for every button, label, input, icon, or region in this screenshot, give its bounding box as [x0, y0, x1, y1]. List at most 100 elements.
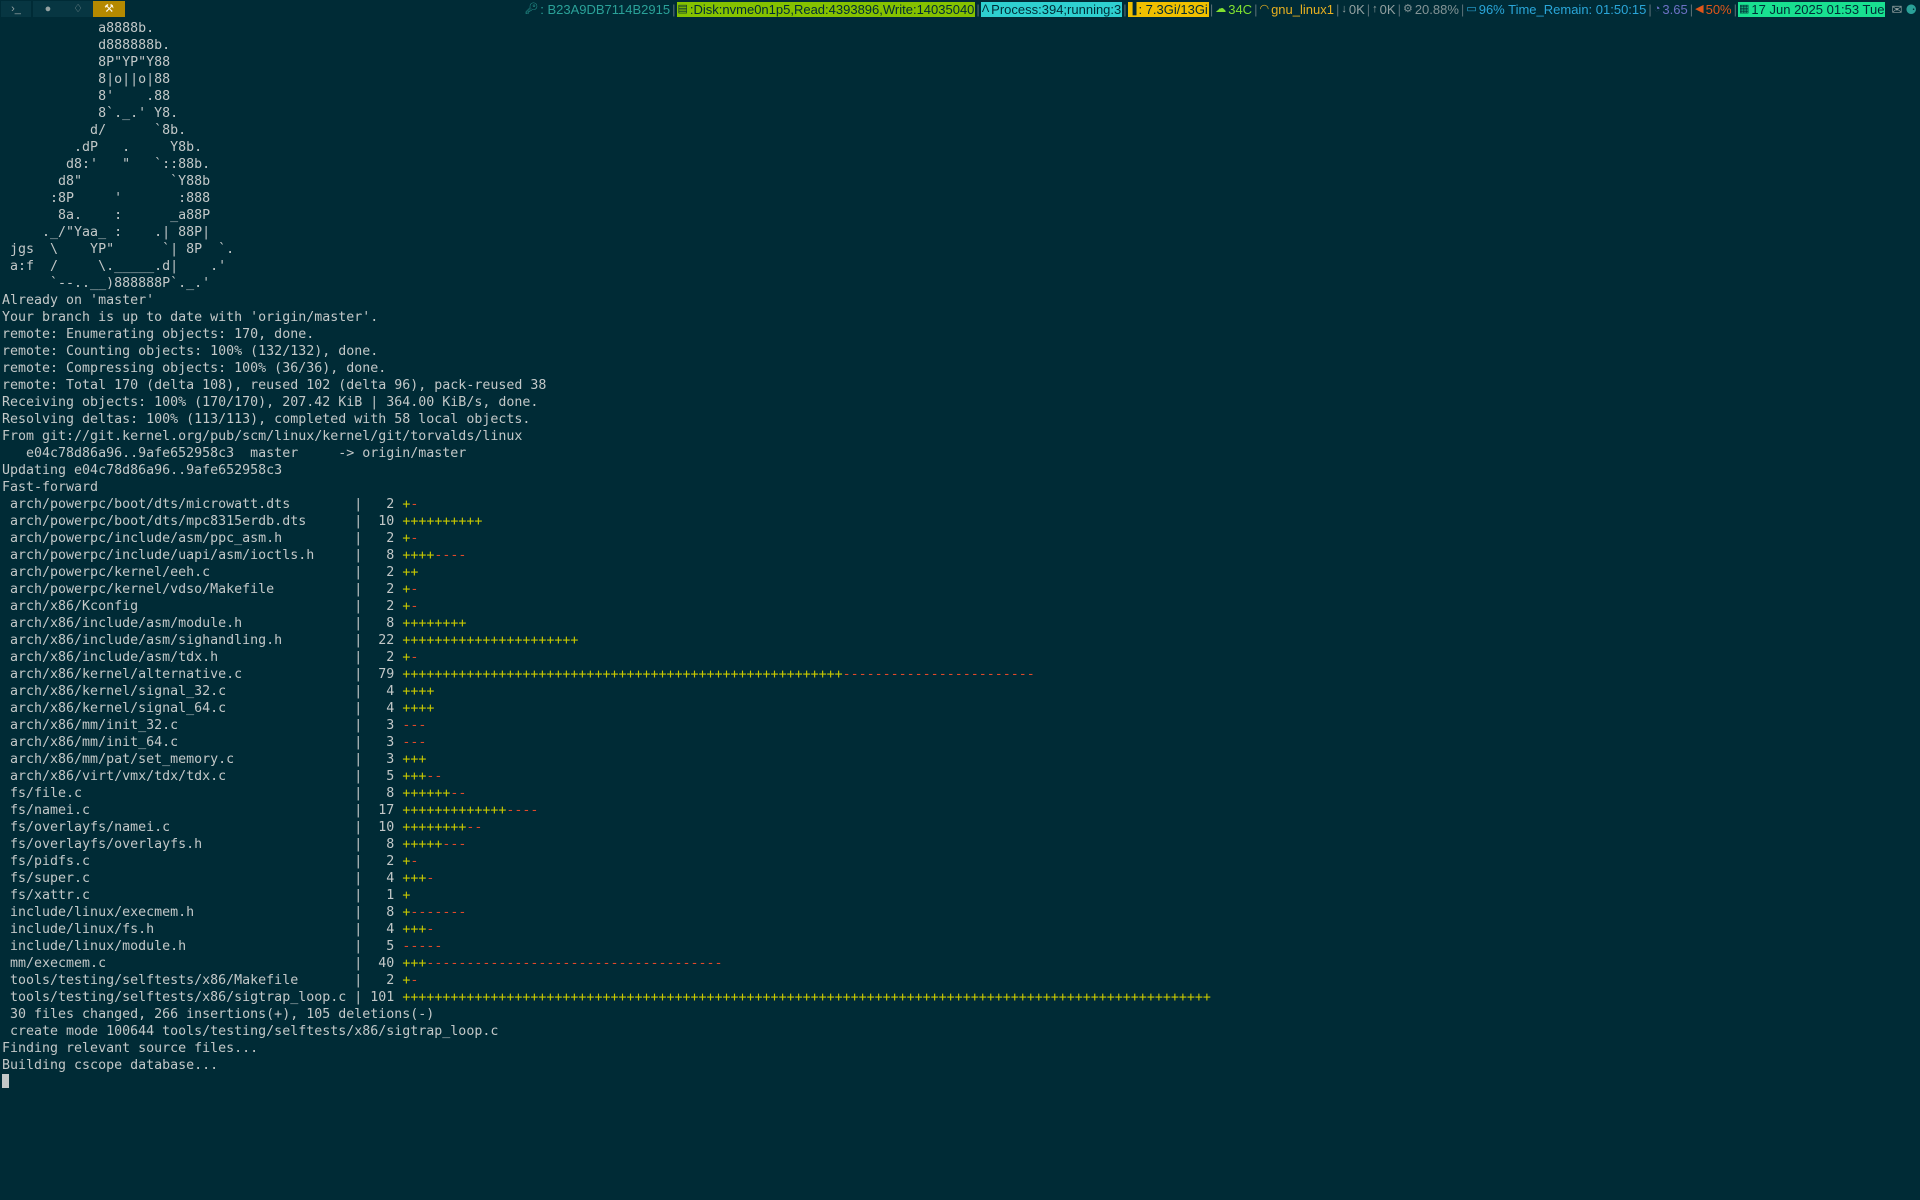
git-output-line: Receiving objects: 100% (170/170), 207.4… — [2, 395, 539, 410]
workspace-terminal-icon[interactable]: ›_ — [1, 1, 31, 17]
wifi-icon: ◠ — [1259, 3, 1270, 15]
diffstat-deletions: - — [410, 973, 419, 988]
diffstat-deletions: ----- — [402, 939, 443, 954]
git-output-line: Updating e04c78d86a96..9afe652958c3 — [2, 463, 283, 478]
summary-line: Building cscope database... — [2, 1058, 219, 1073]
diffstat-row: arch/x86/kernel/alternative.c | 79 +++++… — [2, 667, 1035, 682]
ascii-art-line: d888888b. — [2, 38, 171, 53]
diffstat-deletions: - — [426, 922, 435, 937]
memory-status: ▐: 7.3Gi/13Gi — [1127, 2, 1209, 17]
tray-icon[interactable]: ⚈ — [1903, 0, 1920, 19]
diffstat-row: include/linux/execmem.h | 8 +------- — [2, 905, 467, 920]
git-output-line: Your branch is up to date with 'origin/m… — [2, 310, 379, 325]
git-output-line: remote: Enumerating objects: 170, done. — [2, 327, 315, 342]
diffstat-row: tools/testing/selftests/x86/Makefile | 2… — [2, 973, 419, 988]
gpg-key-status: 🔑︎: B23A9DB7114B2915 — [523, 0, 671, 19]
git-output-line: Fast-forward — [2, 480, 99, 495]
diffstat-count: 8 — [370, 786, 395, 801]
workspace-tools-icon[interactable]: ⚒ — [93, 1, 125, 17]
diffstat-file: fs/file.c — [2, 786, 355, 801]
diffstat-row: fs/super.c | 4 +++- — [2, 871, 435, 886]
summary-line: Finding relevant source files... — [2, 1041, 259, 1056]
diffstat-count: 2 — [370, 531, 395, 546]
memory-chart-icon: ▐ — [1128, 3, 1137, 15]
diffstat-deletions: - — [410, 650, 419, 665]
summary-output: 30 files changed, 266 insertions(+), 105… — [2, 1006, 1916, 1074]
diffstat-deletions: - — [410, 582, 419, 597]
diffstat-count: 2 — [370, 854, 395, 869]
diffstat-file: arch/powerpc/kernel/vdso/Makefile — [2, 582, 355, 597]
diffstat-count: 2 — [370, 582, 395, 597]
diffstat-file: arch/powerpc/include/uapi/asm/ioctls.h — [2, 548, 355, 563]
load-status: ◔ 3.65 — [1653, 0, 1689, 19]
download-text: 0K — [1348, 2, 1365, 17]
ascii-art: a8888b. d888888b. 8P"YP"Y88 8|o||o|88 8'… — [2, 20, 1916, 292]
speaker-icon: ◀ — [1695, 3, 1704, 15]
diffstat-file: arch/x86/include/asm/tdx.h — [2, 650, 355, 665]
ascii-art-line: 8P"YP"Y88 — [2, 55, 171, 70]
diffstat-deletions: ------------------------ — [842, 667, 1035, 682]
diffstat-deletions: - — [410, 497, 419, 512]
diffstat-insertions: ++++++ — [402, 786, 451, 801]
ascii-art-line: 8a. : _a88P — [2, 208, 211, 223]
volume-status[interactable]: ◀ 50% — [1694, 0, 1733, 19]
diffstat-row: include/linux/module.h | 5 ----- — [2, 939, 443, 954]
calendar-icon: ▦ — [1739, 3, 1750, 15]
diffstat-count: 22 — [370, 633, 395, 648]
status-modules: 🔑︎: B23A9DB7114B2915 | ▤:Disk:nvme0n1p5,… — [523, 0, 1920, 19]
diffstat-row: mm/execmem.c | 40 +++-------------------… — [2, 956, 723, 971]
diffstat-file: tools/testing/selftests/x86/sigtrap_loop… — [2, 990, 355, 1005]
diffstat-file: fs/namei.c — [2, 803, 355, 818]
git-output-line: From git://git.kernel.org/pub/scm/linux/… — [2, 429, 523, 444]
summary-line: create mode 100644 tools/testing/selftes… — [2, 1024, 499, 1039]
diffstat-insertions: + — [402, 888, 411, 903]
git-output-line: Already on 'master' — [2, 293, 155, 308]
terminal-output[interactable]: a8888b. d888888b. 8P"YP"Y88 8|o||o|88 8'… — [2, 20, 1916, 1198]
diffstat-count: 5 — [370, 939, 395, 954]
diffstat-file: arch/x86/include/asm/sighandling.h — [2, 633, 355, 648]
workspace-linux-icon[interactable]: ♢ — [63, 1, 93, 17]
wifi-status[interactable]: ◠ gnu_linux1 — [1258, 0, 1335, 19]
diffstat-file: include/linux/module.h — [2, 939, 355, 954]
diffstat-count: 2 — [370, 973, 395, 988]
diffstat-file: fs/xattr.c — [2, 888, 355, 903]
cloud-icon: ☁ — [1215, 3, 1227, 15]
cpu-status: ⚙ 20.88% — [1402, 0, 1460, 19]
workspace-firefox-icon[interactable]: ● — [33, 1, 63, 17]
diffstat-count: 3 — [370, 752, 395, 767]
diffstat-deletions: - — [410, 531, 419, 546]
ascii-art-line: d8" `Y88b — [2, 174, 211, 189]
memory-text: : 7.3Gi/13Gi — [1138, 2, 1208, 17]
temperature-status: ☁ 34C — [1214, 0, 1253, 19]
date-status[interactable]: ▦ 17 Jun 2025 01:53 Tue — [1738, 2, 1886, 17]
ascii-art-line: a8888b. — [2, 21, 155, 36]
diffstat-file: arch/x86/include/asm/module.h — [2, 616, 355, 631]
diffstat-file: include/linux/execmem.h — [2, 905, 355, 920]
diffstat-file: fs/pidfs.c — [2, 854, 355, 869]
diffstat-insertions: +++++ — [402, 837, 443, 852]
diffstat-deletions: -- — [466, 820, 483, 835]
diffstat-insertions: ++++ — [402, 548, 435, 563]
summary-line: 30 files changed, 266 insertions(+), 105… — [2, 1007, 435, 1022]
wifi-text: gnu_linux1 — [1271, 2, 1334, 17]
diffstat-count: 5 — [370, 769, 395, 784]
diffstat-file: fs/overlayfs/namei.c — [2, 820, 355, 835]
battery-text: 96% Time_Remain: 01:50:15 — [1478, 2, 1647, 17]
prompt-line[interactable] — [2, 1074, 1916, 1091]
diffstat-file: arch/powerpc/boot/dts/microwatt.dts — [2, 497, 355, 512]
ascii-art-line: `--..__)888888P`._.' — [2, 276, 211, 291]
git-pull-output: Already on 'master' Your branch is up to … — [2, 292, 1916, 496]
diffstat-insertions: +++ — [402, 769, 427, 784]
arrow-down-icon: ↓ — [1341, 3, 1347, 15]
diffstat-count: 2 — [370, 599, 395, 614]
mail-icon[interactable]: ✉ — [1885, 0, 1903, 19]
diffstat-file: arch/x86/Kconfig — [2, 599, 355, 614]
diffstat-count: 8 — [370, 837, 395, 852]
diffstat-row: arch/x86/mm/init_64.c | 3 --- — [2, 735, 427, 750]
diffstat-file: arch/x86/mm/init_64.c — [2, 735, 355, 750]
diffstat-count: 4 — [370, 684, 395, 699]
diffstat-row: fs/overlayfs/namei.c | 10 ++++++++-- — [2, 820, 483, 835]
terminal-cursor — [2, 1074, 9, 1088]
diffstat-row: fs/xattr.c | 1 + — [2, 888, 411, 903]
diffstat-insertions: +++ — [402, 871, 427, 886]
